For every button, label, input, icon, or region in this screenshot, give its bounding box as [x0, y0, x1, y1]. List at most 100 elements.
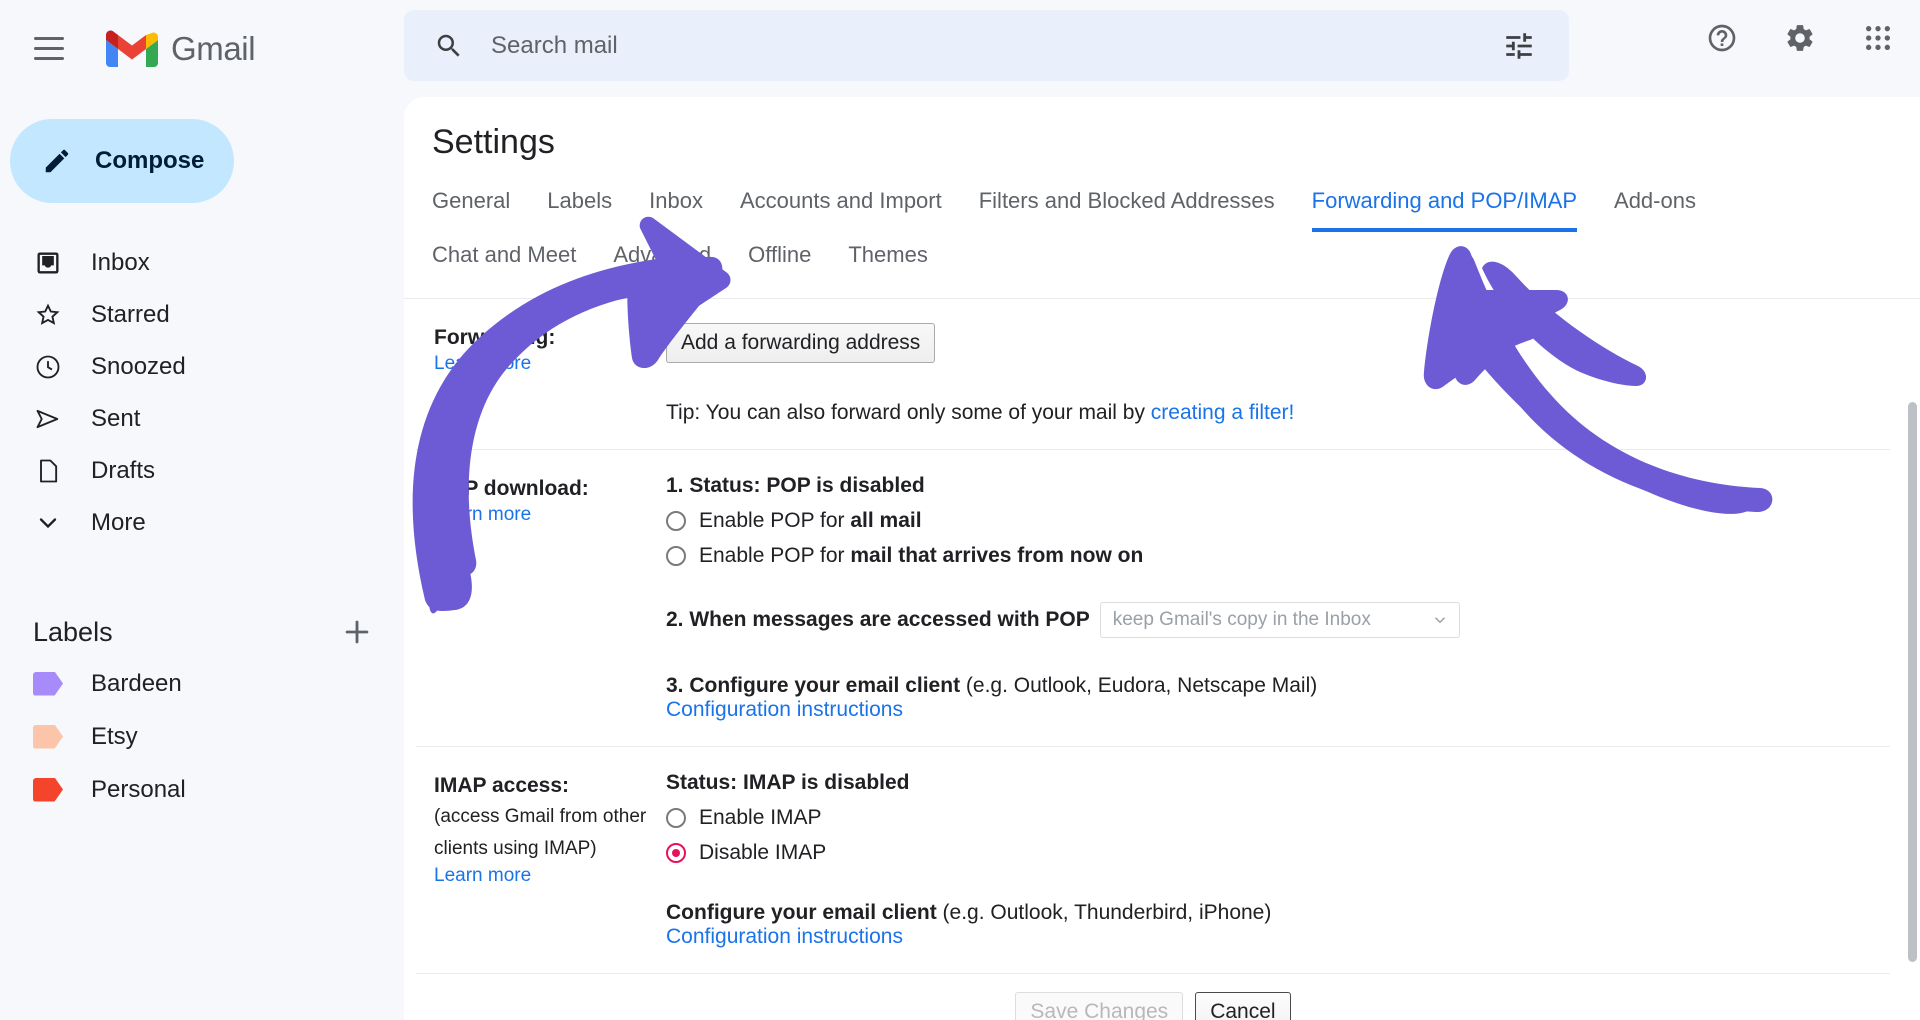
- search-icon: [434, 31, 464, 61]
- tab-filters-and-blocked-addresses[interactable]: Filters and Blocked Addresses: [979, 188, 1275, 232]
- pop-learn-more-link[interactable]: Learn more: [434, 504, 531, 525]
- scrollbar[interactable]: [1908, 402, 1917, 962]
- imap-status: Status: IMAP is disabled: [666, 771, 1890, 795]
- add-forwarding-address-button[interactable]: Add a forwarding address: [666, 323, 935, 363]
- imap-option-label: Disable IMAP: [699, 841, 826, 865]
- label-name: Etsy: [91, 723, 138, 751]
- imap-option-disable[interactable]: Disable IMAP: [666, 841, 1890, 865]
- pop-step2-label: 2. When messages are accessed with POP: [666, 608, 1090, 632]
- compose-label: Compose: [95, 147, 204, 175]
- compose-button[interactable]: Compose: [10, 119, 234, 203]
- settings-tabs-row-2: Chat and Meet Advanced Offline Themes: [404, 242, 1920, 286]
- imap-option-enable[interactable]: Enable IMAP: [666, 806, 1890, 830]
- brand: Gmail: [106, 29, 255, 69]
- imap-learn-more-link[interactable]: Learn more: [434, 865, 531, 886]
- tab-general[interactable]: General: [432, 188, 510, 232]
- tab-labels[interactable]: Labels: [547, 188, 612, 232]
- tab-chat-and-meet[interactable]: Chat and Meet: [432, 242, 576, 286]
- radio-disable-imap[interactable]: [666, 843, 686, 863]
- forwarding-tip: Tip: You can also forward only some of y…: [666, 401, 1890, 425]
- sidebar-item-starred[interactable]: Starred: [0, 289, 404, 341]
- tab-themes[interactable]: Themes: [848, 242, 927, 286]
- chevron-down-icon: [33, 508, 63, 538]
- star-icon: [33, 300, 63, 330]
- inbox-icon: [33, 248, 63, 278]
- pop-body-col: 1. Status: POP is disabled Enable POP fo…: [656, 474, 1890, 722]
- top-bar: Gmail: [0, 0, 1920, 97]
- label-item-bardeen[interactable]: Bardeen: [0, 657, 404, 710]
- pop-access-action-select[interactable]: keep Gmail's copy in the Inbox: [1100, 602, 1460, 638]
- cancel-button[interactable]: Cancel: [1195, 992, 1290, 1020]
- sidebar-item-more[interactable]: More: [0, 497, 404, 549]
- sidebar-item-inbox[interactable]: Inbox: [0, 237, 404, 289]
- tab-advanced[interactable]: Advanced: [613, 242, 711, 286]
- top-right-actions: [1698, 14, 1902, 62]
- brand-name: Gmail: [171, 30, 255, 68]
- sidebar-item-label: Drafts: [91, 457, 155, 485]
- pop-option-from-now-on[interactable]: Enable POP for mail that arrives from no…: [666, 544, 1890, 568]
- sidebar: Compose Inbox Starred Snoozed: [0, 97, 404, 1020]
- radio-pop-from-now-on[interactable]: [666, 546, 686, 566]
- tab-add-ons[interactable]: Add-ons: [1614, 188, 1696, 232]
- imap-configuration-instructions-link[interactable]: Configuration instructions: [666, 925, 903, 948]
- imap-access-section: IMAP access: (access Gmail from other cl…: [416, 747, 1890, 974]
- settings-footer: Save Changes Cancel: [416, 974, 1890, 1020]
- creating-a-filter-link[interactable]: creating a filter!: [1151, 401, 1295, 424]
- pop-status: 1. Status: POP is disabled: [666, 474, 1890, 498]
- clock-icon: [33, 352, 63, 382]
- tab-forwarding-and-pop-imap[interactable]: Forwarding and POP/IMAP: [1312, 188, 1577, 232]
- imap-configure-line: Configure your email client (e.g. Outloo…: [666, 901, 1890, 925]
- pop-label-col: POP download: Learn more: [416, 474, 656, 722]
- sidebar-item-label: Sent: [91, 405, 140, 433]
- pop-access-action-value: keep Gmail's copy in the Inbox: [1113, 609, 1371, 631]
- tune-icon[interactable]: [1502, 29, 1536, 63]
- imap-note-line-1: (access Gmail from other: [434, 801, 656, 833]
- gmail-logo-icon: [106, 29, 158, 69]
- imap-option-label: Enable IMAP: [699, 806, 822, 830]
- apps-grid-icon[interactable]: [1854, 14, 1902, 62]
- pop-option-label: Enable POP for all mail: [699, 509, 922, 533]
- label-color-chip: [33, 725, 63, 749]
- forwarding-body-col: Add a forwarding address Tip: You can al…: [656, 323, 1890, 425]
- labels-title: Labels: [33, 617, 340, 648]
- search-input[interactable]: [491, 32, 1502, 60]
- pop-option-all-mail[interactable]: Enable POP for all mail: [666, 509, 1890, 533]
- chevron-down-icon: [1431, 611, 1449, 629]
- sidebar-item-drafts[interactable]: Drafts: [0, 445, 404, 497]
- sidebar-item-sent[interactable]: Sent: [0, 393, 404, 445]
- label-name: Bardeen: [91, 670, 182, 698]
- sidebar-item-snoozed[interactable]: Snoozed: [0, 341, 404, 393]
- pop-step3: 3. Configure your email client (e.g. Out…: [666, 674, 1890, 722]
- label-color-chip: [33, 672, 63, 696]
- send-icon: [33, 404, 63, 434]
- pencil-icon: [42, 146, 72, 176]
- label-item-personal[interactable]: Personal: [0, 763, 404, 816]
- plus-icon[interactable]: [340, 615, 374, 649]
- gear-icon[interactable]: [1776, 14, 1824, 62]
- label-color-chip: [33, 778, 63, 802]
- radio-enable-imap[interactable]: [666, 808, 686, 828]
- page-title: Settings: [404, 97, 1920, 162]
- imap-label-col: IMAP access: (access Gmail from other cl…: [416, 771, 656, 949]
- label-item-etsy[interactable]: Etsy: [0, 710, 404, 763]
- forwarding-learn-more-link[interactable]: Learn more: [434, 353, 531, 374]
- radio-pop-all-mail[interactable]: [666, 511, 686, 531]
- forwarding-section: Forwarding: Learn more Add a forwarding …: [416, 299, 1890, 450]
- sidebar-item-label: Starred: [91, 301, 170, 329]
- help-icon[interactable]: [1698, 14, 1746, 62]
- save-changes-button[interactable]: Save Changes: [1015, 992, 1183, 1020]
- imap-note-line-2: clients using IMAP): [434, 833, 656, 865]
- forwarding-tip-text: Tip: You can also forward only some of y…: [666, 401, 1151, 424]
- tab-inbox[interactable]: Inbox: [649, 188, 703, 232]
- search-bar[interactable]: [404, 10, 1569, 81]
- pop-configuration-instructions-link[interactable]: Configuration instructions: [666, 698, 903, 721]
- sidebar-item-label: Snoozed: [91, 353, 186, 381]
- settings-sections: Forwarding: Learn more Add a forwarding …: [404, 299, 1920, 1020]
- imap-configure: Configure your email client (e.g. Outloo…: [666, 901, 1890, 949]
- label-name: Personal: [91, 776, 186, 804]
- tab-accounts-and-import[interactable]: Accounts and Import: [740, 188, 942, 232]
- tab-offline[interactable]: Offline: [748, 242, 811, 286]
- labels-header: Labels: [0, 607, 404, 657]
- settings-tabs-row-1: General Labels Inbox Accounts and Import…: [404, 188, 1920, 232]
- hamburger-icon[interactable]: [20, 20, 78, 78]
